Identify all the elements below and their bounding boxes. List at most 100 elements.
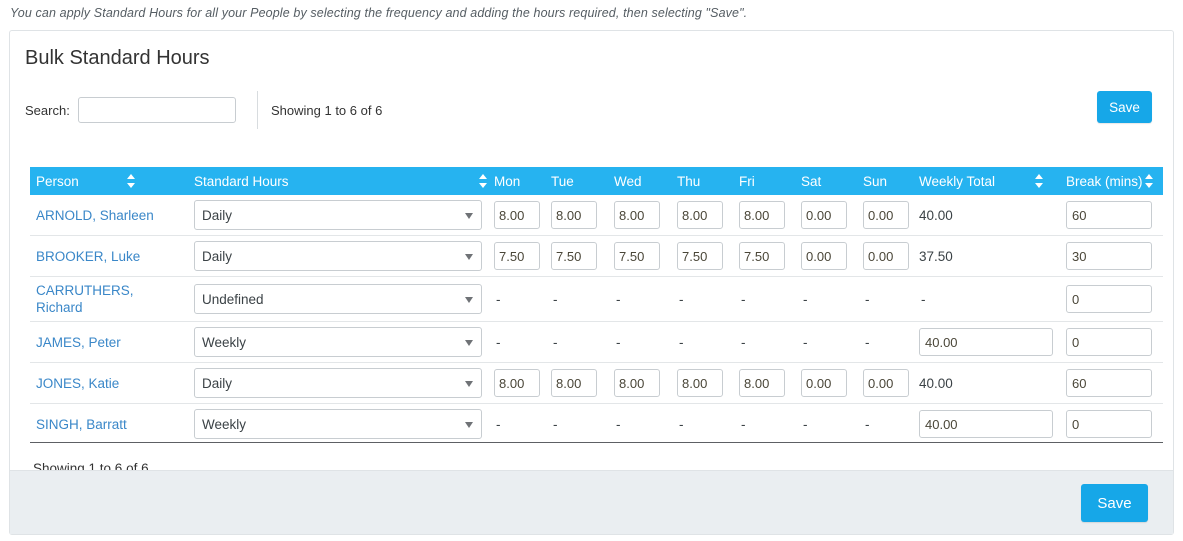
search-input[interactable] bbox=[77, 97, 236, 123]
empty-value: - bbox=[865, 334, 870, 350]
hours-input-tue[interactable] bbox=[551, 369, 597, 397]
column-header-person-label: Person bbox=[36, 173, 79, 189]
hours-input-mon[interactable] bbox=[494, 201, 540, 229]
person-link[interactable]: JAMES, Peter bbox=[36, 334, 121, 351]
cell-thu bbox=[671, 235, 733, 277]
person-link[interactable]: CARRUTHERS, Richard bbox=[36, 282, 182, 316]
frequency-select[interactable]: UndefinedDailyWeekly bbox=[194, 200, 482, 230]
column-header-fri[interactable]: Fri bbox=[733, 167, 795, 195]
search-group: Search: bbox=[25, 97, 236, 123]
column-header-wed[interactable]: Wed bbox=[608, 167, 671, 195]
empty-value: - bbox=[553, 334, 558, 350]
column-header-break-mins[interactable]: Break (mins) bbox=[1060, 167, 1163, 195]
weekly-total-input[interactable] bbox=[919, 328, 1053, 356]
person-link[interactable]: ARNOLD, Sharleen bbox=[36, 207, 154, 224]
hours-input-wed[interactable] bbox=[614, 242, 660, 270]
hours-input-mon[interactable] bbox=[494, 242, 540, 270]
hours-input-tue[interactable] bbox=[551, 201, 597, 229]
empty-value: - bbox=[803, 334, 808, 350]
sort-icon[interactable] bbox=[1035, 174, 1044, 188]
empty-value: - bbox=[679, 416, 684, 432]
empty-value: - bbox=[865, 291, 870, 307]
cell-sun bbox=[857, 362, 913, 404]
cell-sat: - bbox=[795, 321, 857, 363]
frequency-select[interactable]: UndefinedDailyWeekly bbox=[194, 409, 482, 439]
cell-thu bbox=[671, 362, 733, 404]
cell-fri bbox=[733, 195, 795, 236]
break-mins-input[interactable] bbox=[1066, 328, 1152, 356]
panel-footer: Save bbox=[10, 470, 1173, 534]
frequency-select[interactable]: UndefinedDailyWeekly bbox=[194, 327, 482, 357]
column-header-sun[interactable]: Sun bbox=[857, 167, 913, 195]
break-mins-input[interactable] bbox=[1066, 242, 1152, 270]
cell-standard-hours: UndefinedDailyWeekly bbox=[188, 362, 488, 404]
cell-fri bbox=[733, 235, 795, 277]
hours-input-sat[interactable] bbox=[801, 242, 847, 270]
save-button-top[interactable]: Save bbox=[1097, 91, 1152, 123]
cell-fri: - bbox=[733, 321, 795, 363]
cell-mon bbox=[488, 362, 545, 404]
hours-input-sun[interactable] bbox=[863, 369, 909, 397]
cell-tue bbox=[545, 362, 608, 404]
cell-sat bbox=[795, 195, 857, 236]
cell-break-mins bbox=[1060, 276, 1163, 322]
person-link[interactable]: JONES, Katie bbox=[36, 375, 119, 392]
break-mins-input[interactable] bbox=[1066, 285, 1152, 313]
cell-mon: - bbox=[488, 403, 545, 444]
table-row: ARNOLD, Sharleen UndefinedDailyWeekly 40.0… bbox=[30, 195, 1163, 236]
column-header-weekly-total[interactable]: Weekly Total bbox=[913, 167, 1060, 195]
sort-icon[interactable] bbox=[1144, 174, 1153, 188]
hours-input-sat[interactable] bbox=[801, 201, 847, 229]
save-button-bottom[interactable]: Save bbox=[1081, 484, 1148, 522]
break-mins-input[interactable] bbox=[1066, 201, 1152, 229]
table-bottom-rule bbox=[30, 442, 1163, 443]
hours-input-tue[interactable] bbox=[551, 242, 597, 270]
table-row: JONES, Katie UndefinedDailyWeekly 40.00 bbox=[30, 362, 1163, 404]
hours-input-fri[interactable] bbox=[739, 242, 785, 270]
hours-input-wed[interactable] bbox=[614, 201, 660, 229]
break-mins-input[interactable] bbox=[1066, 410, 1152, 438]
page-title: Bulk Standard Hours bbox=[25, 47, 210, 69]
hours-input-thu[interactable] bbox=[677, 369, 723, 397]
cell-standard-hours: UndefinedDailyWeekly bbox=[188, 403, 488, 444]
hours-input-fri[interactable] bbox=[739, 201, 785, 229]
cell-wed: - bbox=[608, 321, 671, 363]
frequency-select[interactable]: UndefinedDailyWeekly bbox=[194, 284, 482, 314]
column-header-thu[interactable]: Thu bbox=[671, 167, 733, 195]
column-header-mon[interactable]: Mon bbox=[488, 167, 545, 195]
frequency-select[interactable]: UndefinedDailyWeekly bbox=[194, 368, 482, 398]
cell-wed bbox=[608, 195, 671, 236]
column-header-person[interactable]: Person bbox=[30, 167, 188, 195]
empty-value: - bbox=[865, 416, 870, 432]
hours-input-sat[interactable] bbox=[801, 369, 847, 397]
cell-standard-hours: UndefinedDailyWeekly bbox=[188, 235, 488, 277]
empty-value: - bbox=[553, 291, 558, 307]
person-link[interactable]: BROOKER, Luke bbox=[36, 248, 140, 265]
table-header-row: Person Standard Hours Mon Tue Wed Thu Fr… bbox=[30, 167, 1163, 195]
frequency-select-wrapper: UndefinedDailyWeekly bbox=[194, 241, 482, 271]
person-link[interactable]: SINGH, Barratt bbox=[36, 416, 127, 433]
sort-icon[interactable] bbox=[126, 174, 136, 188]
cell-standard-hours: UndefinedDailyWeekly bbox=[188, 276, 488, 322]
column-header-tue[interactable]: Tue bbox=[545, 167, 608, 195]
hours-input-fri[interactable] bbox=[739, 369, 785, 397]
hours-input-mon[interactable] bbox=[494, 369, 540, 397]
hours-input-thu[interactable] bbox=[677, 201, 723, 229]
hours-input-sun[interactable] bbox=[863, 201, 909, 229]
hours-input-sun[interactable] bbox=[863, 242, 909, 270]
standard-hours-table: Person Standard Hours Mon Tue Wed Thu Fr… bbox=[30, 167, 1163, 444]
cell-fri: - bbox=[733, 276, 795, 322]
cell-thu: - bbox=[671, 321, 733, 363]
hours-input-wed[interactable] bbox=[614, 369, 660, 397]
column-header-standard-hours[interactable]: Standard Hours bbox=[188, 167, 488, 195]
column-header-sat[interactable]: Sat bbox=[795, 167, 857, 195]
frequency-select[interactable]: UndefinedDailyWeekly bbox=[194, 241, 482, 271]
cell-tue: - bbox=[545, 321, 608, 363]
frequency-select-wrapper: UndefinedDailyWeekly bbox=[194, 327, 482, 357]
hours-input-thu[interactable] bbox=[677, 242, 723, 270]
weekly-total-value: - bbox=[921, 291, 926, 307]
weekly-total-input[interactable] bbox=[919, 410, 1053, 438]
empty-value: - bbox=[803, 416, 808, 432]
break-mins-input[interactable] bbox=[1066, 369, 1152, 397]
frequency-select-wrapper: UndefinedDailyWeekly bbox=[194, 368, 482, 398]
